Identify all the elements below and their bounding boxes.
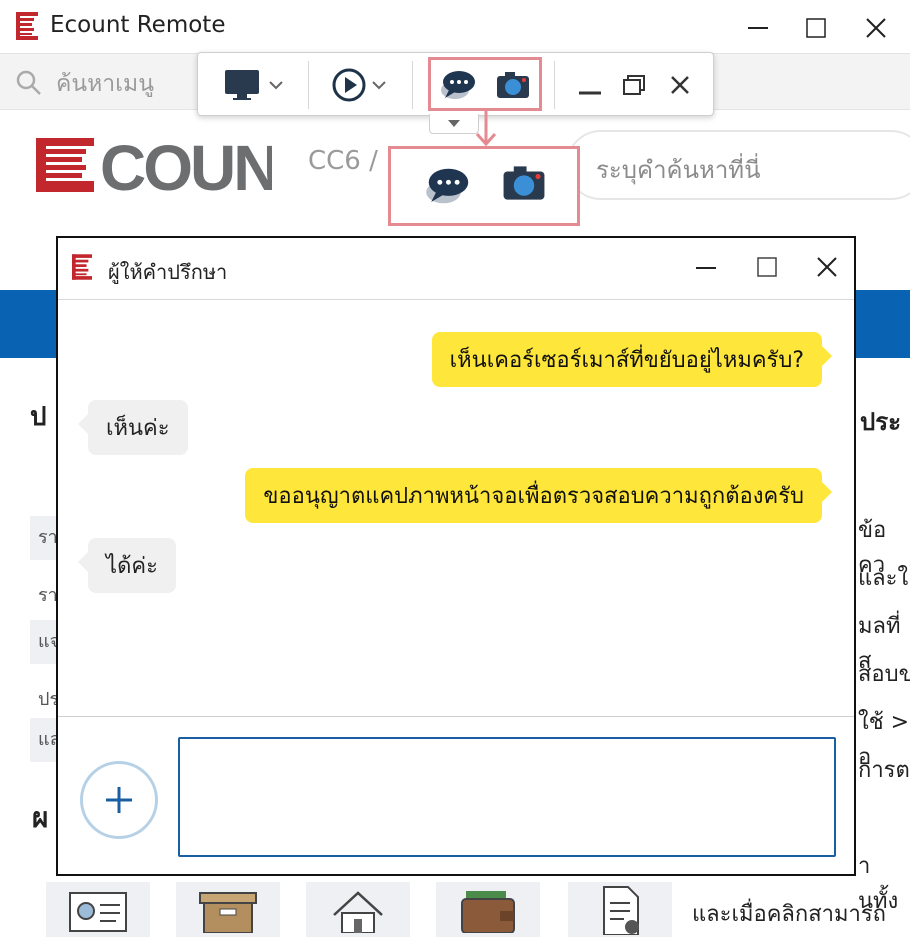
page-search-input[interactable]: ระบุคำค้นหาที่นี่ [566,130,910,200]
restore-icon [623,75,645,95]
chat-title: ผู้ให้คำปรึกษา [108,260,228,284]
minimize-button[interactable] [738,8,778,48]
maximize-icon [806,18,826,38]
chat-close-button[interactable] [816,256,846,286]
id-card-tile[interactable] [46,882,150,937]
toolbar-separator [412,61,413,109]
document-gear-icon [603,885,639,935]
box-icon [199,891,257,933]
maximize-button[interactable] [796,8,836,48]
window-title: Ecount Remote [50,12,226,38]
chat-minimize-button[interactable] [694,256,724,286]
attach-button[interactable] [80,761,158,839]
message-input[interactable] [178,737,836,857]
close-icon [817,257,837,277]
message-text: เห็นเคอร์เซอร์เมาส์ที่ขยับอยู่ไหมครับ? [449,348,804,373]
chat-message-outgoing: เห็นเคอร์เซอร์เมาส์ที่ขยับอยู่ไหมครับ? [431,332,832,387]
message-text: ได้ค่ะ [106,554,158,579]
toolbar-separator [308,61,309,109]
chat-composer [58,716,854,874]
right-text-fragment: และเมื่อคลิกสามารถ [692,902,887,927]
right-heading-fragment: ประ [860,408,902,436]
callout-arrow-icon [475,110,497,147]
remote-toolbar [197,52,714,116]
toolbar-separator [554,61,555,109]
zoomed-callout [388,146,580,226]
remote-titlebar: Ecount Remote [0,0,910,54]
chat-header: ผู้ให้คำปรึกษา [58,238,854,300]
chat-message-outgoing: ขออนุญาตแคปภาพหน้าจอเพื่อตรวจสอบความถูกต… [245,468,832,523]
document-tile[interactable] [568,882,672,937]
chat-maximize-button[interactable] [756,256,786,286]
left-section-fragment: ผ [32,801,49,834]
camera-icon [501,163,547,207]
monitor-icon [225,70,259,100]
toolbar-toggle-handle[interactable] [429,114,479,134]
close-button[interactable] [856,8,896,48]
minimize-icon [696,267,716,269]
search-icon [16,70,42,100]
menu-search-placeholder: ค้นหาเมนู [56,71,154,97]
chat-message-incoming: เห็นค่ะ [78,400,188,455]
right-text-fragment: การต [858,758,910,783]
right-text-fragment: และใ [858,566,909,591]
home-icon [333,890,383,933]
monitor-dropdown-button[interactable] [218,65,288,105]
wallet-tile[interactable] [436,882,540,937]
caret-down-icon [448,119,460,127]
id-card-icon [69,891,127,932]
plus-icon [106,787,132,813]
wallet-icon [461,890,515,933]
chevron-down-icon [372,81,386,90]
left-heading-fragment: ป [30,402,47,432]
toolbar-restore-button[interactable] [614,65,654,105]
ecount-e-icon [16,12,38,44]
screenshot-button[interactable] [490,63,536,107]
chat-message-incoming: ได้ค่ะ [78,538,176,593]
home-tile[interactable] [306,882,410,937]
minimize-icon [579,91,601,95]
toolbar-close-button[interactable] [660,65,700,105]
chat-button[interactable] [434,63,480,107]
close-icon [866,18,886,38]
camera-icon [497,72,529,98]
play-icon [332,68,366,102]
box-tile[interactable] [176,882,280,937]
message-text: ขออนุญาตแคปภาพหน้าจอเพื่อตรวจสอบความถูกต… [263,484,804,509]
page-search-placeholder: ระบุคำค้นหาที่นี่ [596,156,761,184]
right-text-fragment: สอบข [858,662,910,687]
svg-text:COUNT: COUNT [100,138,272,192]
consultant-chat-window: ผู้ให้คำปรึกษา เห็นเคอร์เซอร์เมาส์ที่ขยั… [56,236,856,876]
chat-icon [421,165,471,211]
minimize-icon [748,27,768,29]
maximize-icon [757,257,777,277]
chevron-down-icon [269,81,283,90]
toolbar-minimize-button[interactable] [570,65,610,105]
left-row-text: รา [38,585,58,606]
ecount-e-icon [72,254,92,284]
message-text: เห็นค่ะ [106,416,170,441]
ecount-logo: COUNT [36,132,318,204]
play-dropdown-button[interactable] [326,65,392,105]
close-icon [671,76,689,94]
chat-icon [441,71,475,99]
